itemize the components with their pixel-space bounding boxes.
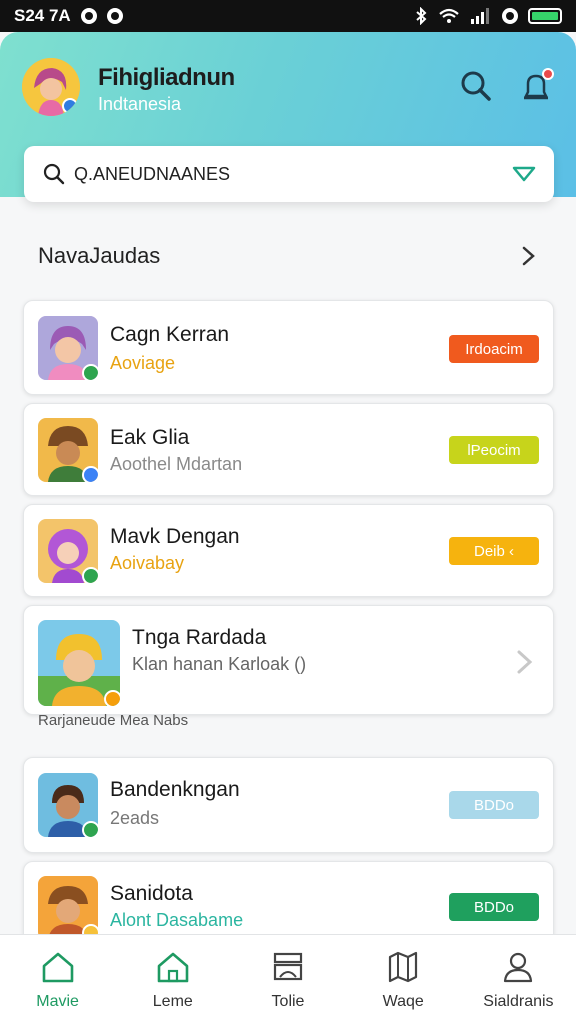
item-subtitle: Aoothel Mdartan <box>110 454 243 474</box>
chevron-down-icon[interactable] <box>512 164 536 184</box>
list-item[interactable]: Bandenkngan 2eads BDDo <box>23 757 554 853</box>
notifications-button[interactable] <box>516 66 556 106</box>
item-name: Sanidota <box>110 882 193 905</box>
nav-item-profile[interactable]: Sialdranis <box>461 935 576 1025</box>
nav-item-home[interactable]: Mavie <box>0 935 115 1025</box>
item-name: Eak Glia <box>110 426 190 449</box>
bluetooth-icon <box>416 7 427 25</box>
search-bar[interactable] <box>24 146 554 202</box>
home-icon <box>42 952 73 983</box>
list-item[interactable]: Tnga Rardada Klan hanan Karloak () <box>23 605 554 715</box>
status-time: S24 7A <box>14 6 71 25</box>
nav-label: Mavie <box>36 993 79 1010</box>
verified-icon <box>62 98 78 114</box>
section-caption: Rarjaneude Mea Nabs <box>38 712 189 729</box>
status-badge[interactable]: Irdoacim <box>449 335 539 363</box>
list-item[interactable]: Cagn Kerran Aoviage Irdoacim <box>23 300 554 395</box>
status-badge[interactable]: BDDo <box>449 893 539 921</box>
avatar <box>38 519 98 583</box>
app-subtitle: Indtanesia <box>98 94 182 114</box>
search-button[interactable] <box>456 66 496 106</box>
nav-label: Sialdranis <box>483 993 554 1010</box>
nav-label: Waqe <box>382 993 424 1010</box>
status-bar: S24 7A <box>0 0 576 32</box>
search-icon <box>461 71 491 101</box>
status-icon <box>82 821 98 837</box>
app-title: Fihigliadnun <box>98 64 235 91</box>
item-subtitle: Alont Dasabame <box>110 910 244 930</box>
nav-label: Tolie <box>271 993 305 1010</box>
item-name: Bandenkngan <box>110 778 240 801</box>
chevron-right-icon[interactable] <box>515 648 537 676</box>
item-subtitle: 2eads <box>110 808 160 828</box>
search-input[interactable] <box>72 162 476 186</box>
chevron-right-icon[interactable] <box>520 245 538 267</box>
notification-badge <box>542 68 554 80</box>
item-name: Tnga Rardada <box>132 626 267 649</box>
avatar <box>38 620 120 706</box>
bottom-navigation: Mavie Leme Tolie Waqe Sialdranis <box>0 934 576 1025</box>
battery-icon <box>528 8 562 24</box>
list-item[interactable]: Eak Glia Aoothel Mdartan lPeocim <box>23 403 554 496</box>
status-badge[interactable]: lPeocim <box>449 436 539 464</box>
map-icon <box>389 951 418 983</box>
app-notification-icon <box>106 8 123 24</box>
section-header[interactable]: NavaJaudas <box>38 240 538 272</box>
nav-item-leme[interactable]: Leme <box>115 935 230 1025</box>
status-icon <box>82 364 98 380</box>
status-icon <box>82 567 98 583</box>
avatar <box>38 773 98 837</box>
item-name: Cagn Kerran <box>110 323 230 346</box>
layers-icon <box>273 952 303 981</box>
nav-item-waqe[interactable]: Waqe <box>346 935 461 1025</box>
list-item[interactable]: Mavk Dengan Aoivabay Deib ‹ <box>23 504 554 597</box>
avatar <box>38 418 98 482</box>
status-icon <box>104 690 120 706</box>
house-icon <box>157 952 189 983</box>
status-badge[interactable]: BDDo <box>449 791 539 819</box>
signal-icon <box>471 8 489 24</box>
notification-icon <box>80 8 97 24</box>
item-subtitle: Aoivabay <box>110 553 185 573</box>
avatar <box>38 876 98 940</box>
item-subtitle: Klan hanan Karloak () <box>132 654 307 674</box>
status-icon <box>82 466 98 482</box>
profile-avatar[interactable] <box>22 58 80 116</box>
nav-item-tolie[interactable]: Tolie <box>230 935 345 1025</box>
data-saver-icon <box>502 8 518 24</box>
search-icon <box>43 163 65 185</box>
avatar <box>38 316 98 380</box>
item-name: Mavk Dengan <box>110 525 240 548</box>
section-title: NavaJaudas <box>38 243 161 268</box>
nav-label: Leme <box>152 993 193 1010</box>
item-subtitle: Aoviage <box>110 353 176 373</box>
status-badge[interactable]: Deib ‹ <box>449 537 539 565</box>
wifi-icon <box>439 8 459 23</box>
user-icon <box>504 952 533 983</box>
